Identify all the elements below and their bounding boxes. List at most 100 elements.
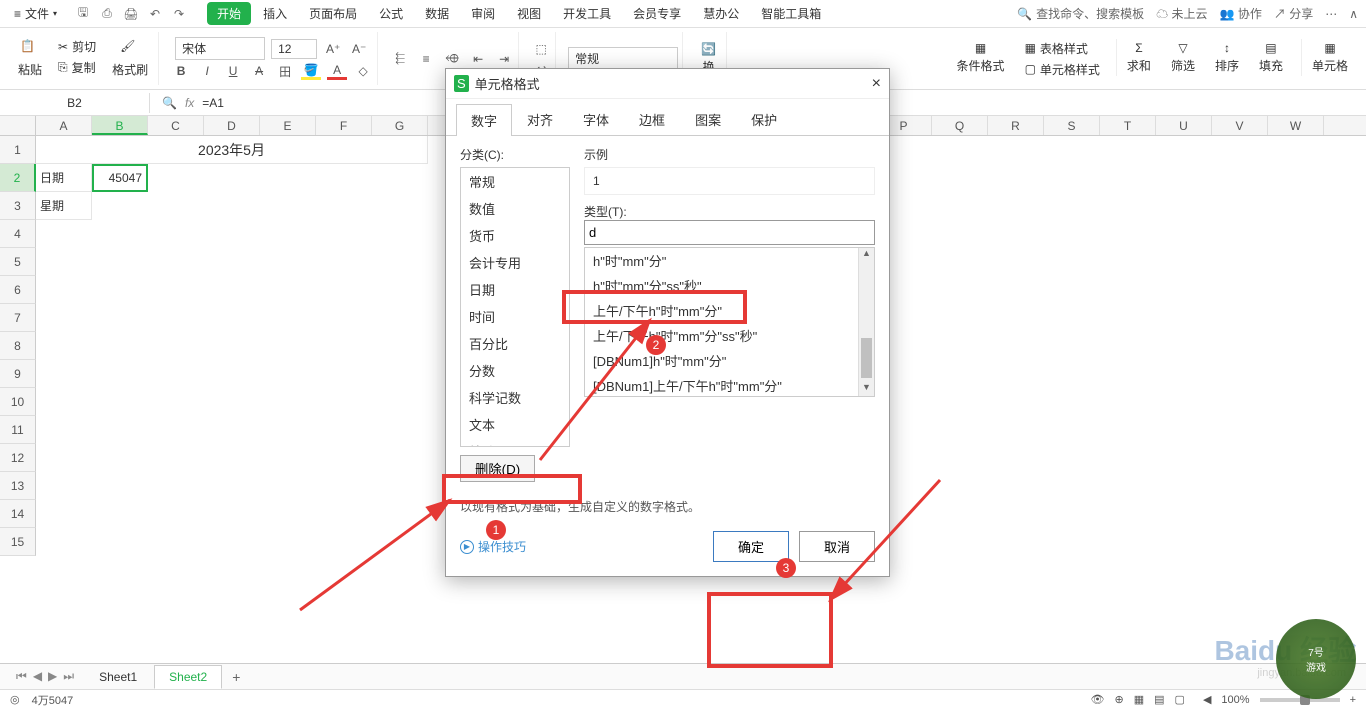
- sheet-nav-last-icon[interactable]: ⏭: [63, 669, 74, 684]
- table-style-button[interactable]: ▦表格样式: [1021, 39, 1104, 58]
- active-cell[interactable]: 45047: [92, 164, 148, 192]
- format-item[interactable]: 上午/下午h"时"mm"分"ss"秒": [585, 323, 874, 348]
- tab-smarttools[interactable]: 智能工具箱: [751, 2, 831, 25]
- tips-link[interactable]: ▶ 操作技巧: [460, 538, 526, 555]
- col-header[interactable]: A: [36, 116, 92, 135]
- select-all-corner[interactable]: [0, 116, 36, 135]
- category-item[interactable]: 百分比: [461, 330, 569, 357]
- category-item[interactable]: 时间: [461, 303, 569, 330]
- zoom-in-icon[interactable]: +: [1350, 694, 1356, 706]
- indent-inc-icon[interactable]: ⇥: [494, 50, 514, 68]
- scrollbar[interactable]: ▲ ▼: [858, 248, 874, 396]
- merge-icon[interactable]: ⬚: [531, 40, 551, 58]
- font-size-select[interactable]: 12: [271, 39, 317, 59]
- col-header[interactable]: D: [204, 116, 260, 135]
- category-item[interactable]: 文本: [461, 411, 569, 438]
- coop-button[interactable]: 👥 协作: [1220, 5, 1262, 22]
- dialog-titlebar[interactable]: S 单元格格式 ×: [446, 69, 889, 99]
- collapse-icon[interactable]: ∧: [1349, 7, 1358, 21]
- row-header[interactable]: 3: [0, 192, 36, 220]
- tab-devtools[interactable]: 开发工具: [553, 2, 621, 25]
- align-top-icon[interactable]: ⬱: [390, 50, 410, 68]
- dialog-tab-protect[interactable]: 保护: [736, 103, 792, 135]
- category-item[interactable]: 日期: [461, 276, 569, 303]
- format-item[interactable]: [DBNum1]h"时"mm"分": [585, 348, 874, 373]
- cell[interactable]: 星期: [36, 192, 92, 220]
- redo-icon[interactable]: ↷: [171, 6, 187, 22]
- sheet-tab[interactable]: Sheet2: [154, 665, 222, 689]
- zoom-value[interactable]: 100%: [1221, 694, 1249, 706]
- view-custom-icon[interactable]: ▢: [1175, 693, 1185, 706]
- sheet-nav-prev-icon[interactable]: ◀: [33, 669, 42, 684]
- paste-button[interactable]: 📋 粘贴: [12, 37, 48, 80]
- sheet-tab[interactable]: Sheet1: [84, 665, 152, 689]
- underline-icon[interactable]: U: [223, 62, 243, 80]
- tab-view[interactable]: 视图: [507, 2, 551, 25]
- cell-style-button[interactable]: ▢单元格样式: [1021, 60, 1104, 79]
- clear-format-icon[interactable]: ◇: [353, 62, 373, 80]
- category-item[interactable]: 货币: [461, 222, 569, 249]
- tab-review[interactable]: 审阅: [461, 2, 505, 25]
- file-menu[interactable]: ≡文件▾: [8, 5, 63, 22]
- format-item[interactable]: 上午/下午h"时"mm"分": [585, 298, 874, 323]
- row-header[interactable]: 12: [0, 444, 36, 472]
- row-header[interactable]: 2: [0, 164, 36, 192]
- formula-input[interactable]: =A1: [202, 96, 224, 110]
- close-icon[interactable]: ×: [872, 75, 881, 93]
- cell[interactable]: 日期: [36, 164, 92, 192]
- cell-title[interactable]: 2023年5月: [36, 136, 428, 164]
- col-header[interactable]: S: [1044, 116, 1100, 135]
- row-header[interactable]: 1: [0, 136, 36, 164]
- dialog-tab-border[interactable]: 边框: [624, 103, 680, 135]
- col-header[interactable]: U: [1156, 116, 1212, 135]
- row-header[interactable]: 11: [0, 416, 36, 444]
- tab-huiban[interactable]: 慧办公: [693, 2, 749, 25]
- delete-format-button[interactable]: 删除(D): [460, 455, 535, 482]
- dialog-tab-align[interactable]: 对齐: [512, 103, 568, 135]
- scroll-thumb[interactable]: [861, 338, 872, 378]
- format-painter-button[interactable]: 🖌 格式刷: [106, 37, 154, 80]
- filter-button[interactable]: ▽筛选: [1165, 39, 1201, 76]
- tab-insert[interactable]: 插入: [253, 2, 297, 25]
- sheet-nav-first-icon[interactable]: ⏮: [16, 669, 27, 684]
- view-page-icon[interactable]: ▤: [1154, 693, 1164, 706]
- row-header[interactable]: 4: [0, 220, 36, 248]
- category-item[interactable]: 科学记数: [461, 384, 569, 411]
- tab-member[interactable]: 会员专享: [623, 2, 691, 25]
- align-bottom-icon[interactable]: ⬲: [442, 50, 462, 68]
- cond-format-button[interactable]: ▦条件格式: [951, 39, 1011, 79]
- font-name-select[interactable]: 宋体: [175, 37, 265, 60]
- bold-icon[interactable]: B: [171, 62, 191, 80]
- cloud-status[interactable]: ☁ 未上云: [1156, 5, 1207, 22]
- border-icon[interactable]: 田: [275, 62, 295, 80]
- tab-formula[interactable]: 公式: [369, 2, 413, 25]
- col-header[interactable]: G: [372, 116, 428, 135]
- sheet-nav-next-icon[interactable]: ▶: [48, 669, 57, 684]
- format-item[interactable]: h"时"mm"分"ss"秒": [585, 273, 874, 298]
- strike-icon[interactable]: A: [249, 62, 269, 80]
- category-item[interactable]: 分数: [461, 357, 569, 384]
- scroll-up-icon[interactable]: ▲: [859, 248, 874, 262]
- col-header[interactable]: T: [1100, 116, 1156, 135]
- col-header[interactable]: W: [1268, 116, 1324, 135]
- view-normal-icon[interactable]: ▦: [1134, 693, 1144, 706]
- category-item[interactable]: 特殊: [461, 438, 569, 447]
- tab-pagelayout[interactable]: 页面布局: [299, 2, 367, 25]
- ok-button[interactable]: 确定: [713, 531, 789, 562]
- zoom-slider[interactable]: [1260, 698, 1340, 702]
- format-item[interactable]: h"时"mm"分": [585, 248, 874, 273]
- dialog-tab-pattern[interactable]: 图案: [680, 103, 736, 135]
- category-item[interactable]: 会计专用: [461, 249, 569, 276]
- col-header[interactable]: B: [92, 116, 148, 135]
- name-box[interactable]: B2: [0, 93, 150, 113]
- col-header[interactable]: F: [316, 116, 372, 135]
- col-header[interactable]: R: [988, 116, 1044, 135]
- category-item[interactable]: 数值: [461, 195, 569, 222]
- eye-icon[interactable]: 👁: [1091, 693, 1105, 706]
- add-sheet-button[interactable]: +: [224, 669, 248, 685]
- scroll-down-icon[interactable]: ▼: [859, 382, 874, 396]
- indent-dec-icon[interactable]: ⇤: [468, 50, 488, 68]
- col-header[interactable]: Q: [932, 116, 988, 135]
- fx-icon[interactable]: fx: [185, 96, 194, 110]
- row-header[interactable]: 10: [0, 388, 36, 416]
